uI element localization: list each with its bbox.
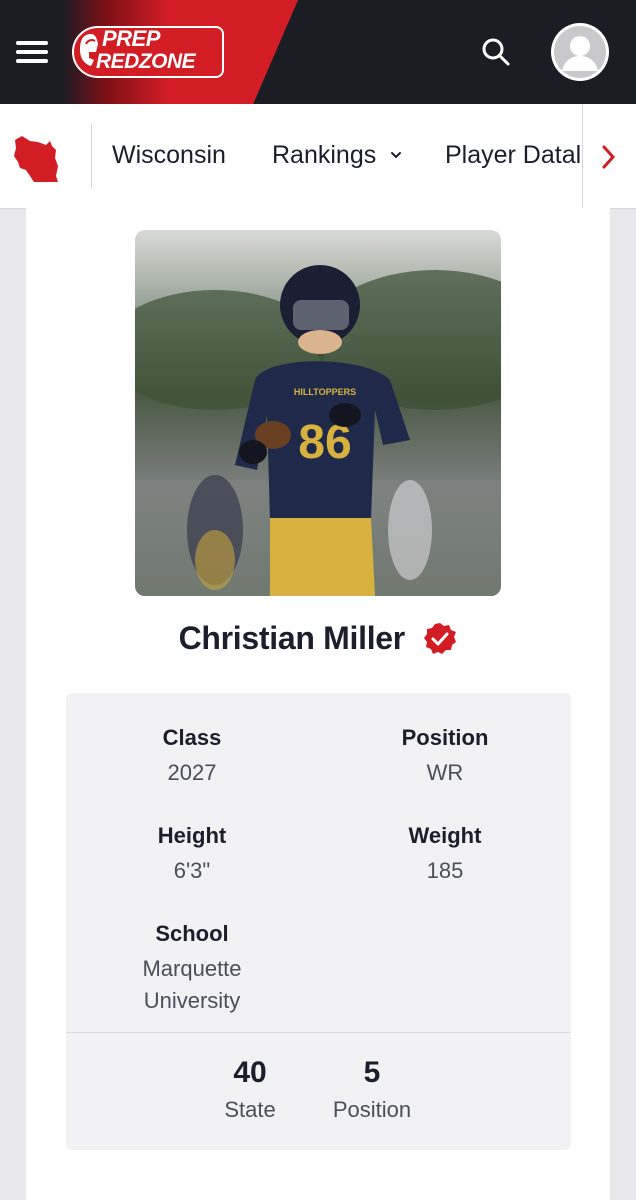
chevron-down-icon[interactable] [390,150,402,160]
player-profile-card: HILLTOPPERS 86 Christian Miller Class 20… [26,208,610,1200]
position-value: WR [426,760,464,785]
section-nav: Wisconsin Rankings Player Datal [0,104,636,209]
position-rank-value: 5 [363,1056,381,1089]
nav-scroll-right-button[interactable] [582,104,636,208]
detail-weight: Weight 185 [325,821,565,887]
player-name: Christian Miller [178,620,406,656]
wisconsin-state-icon[interactable] [12,132,62,184]
school-value-line1: Marquette [142,956,242,981]
position-rank-label: Position [332,1097,412,1122]
school-label: School [155,921,229,946]
player-name-row: Christian Miller [26,620,610,670]
class-value: 2027 [167,760,217,785]
player-details-panel: Class 2027 Position WR Height 6'3" Weigh… [66,693,571,1150]
verified-badge-icon [424,622,457,654]
prep-redzone-logo[interactable]: PREP REDZONE [72,26,228,78]
jersey-team-text: HILLTOPPERS [294,387,356,397]
height-label: Height [157,823,227,848]
detail-school: School Marquette University [72,919,312,1017]
class-label: Class [162,725,222,750]
detail-class: Class 2027 [72,723,312,789]
chevron-right-icon [602,145,616,169]
logo-text-prep: PREP [102,26,160,51]
nav-divider [91,124,92,188]
school-value-line2: University [143,988,241,1013]
nav-item-wisconsin[interactable]: Wisconsin [112,138,226,172]
weight-value: 185 [426,858,464,883]
weight-label: Weight [408,823,482,848]
height-value: 6'3" [173,858,211,883]
position-label: Position [401,725,489,750]
detail-position: Position WR [325,723,565,789]
search-icon[interactable] [480,36,512,68]
position-ranking[interactable]: 5 Position [317,1055,427,1125]
top-header: PREP REDZONE [0,0,636,104]
state-ranking[interactable]: 40 State [195,1055,305,1125]
detail-height: Height 6'3" [72,821,312,887]
nav-item-rankings[interactable]: Rankings [272,138,376,172]
rankings-divider [66,1032,571,1033]
logo-text-redzone: REDZONE [96,50,196,73]
user-avatar-icon[interactable] [551,23,609,81]
state-rank-label: State [224,1097,276,1122]
state-rank-value: 40 [233,1056,267,1089]
hamburger-menu-icon[interactable] [16,36,48,68]
player-photo: HILLTOPPERS 86 [135,230,501,596]
nav-item-player-database[interactable]: Player Datal [445,138,581,172]
